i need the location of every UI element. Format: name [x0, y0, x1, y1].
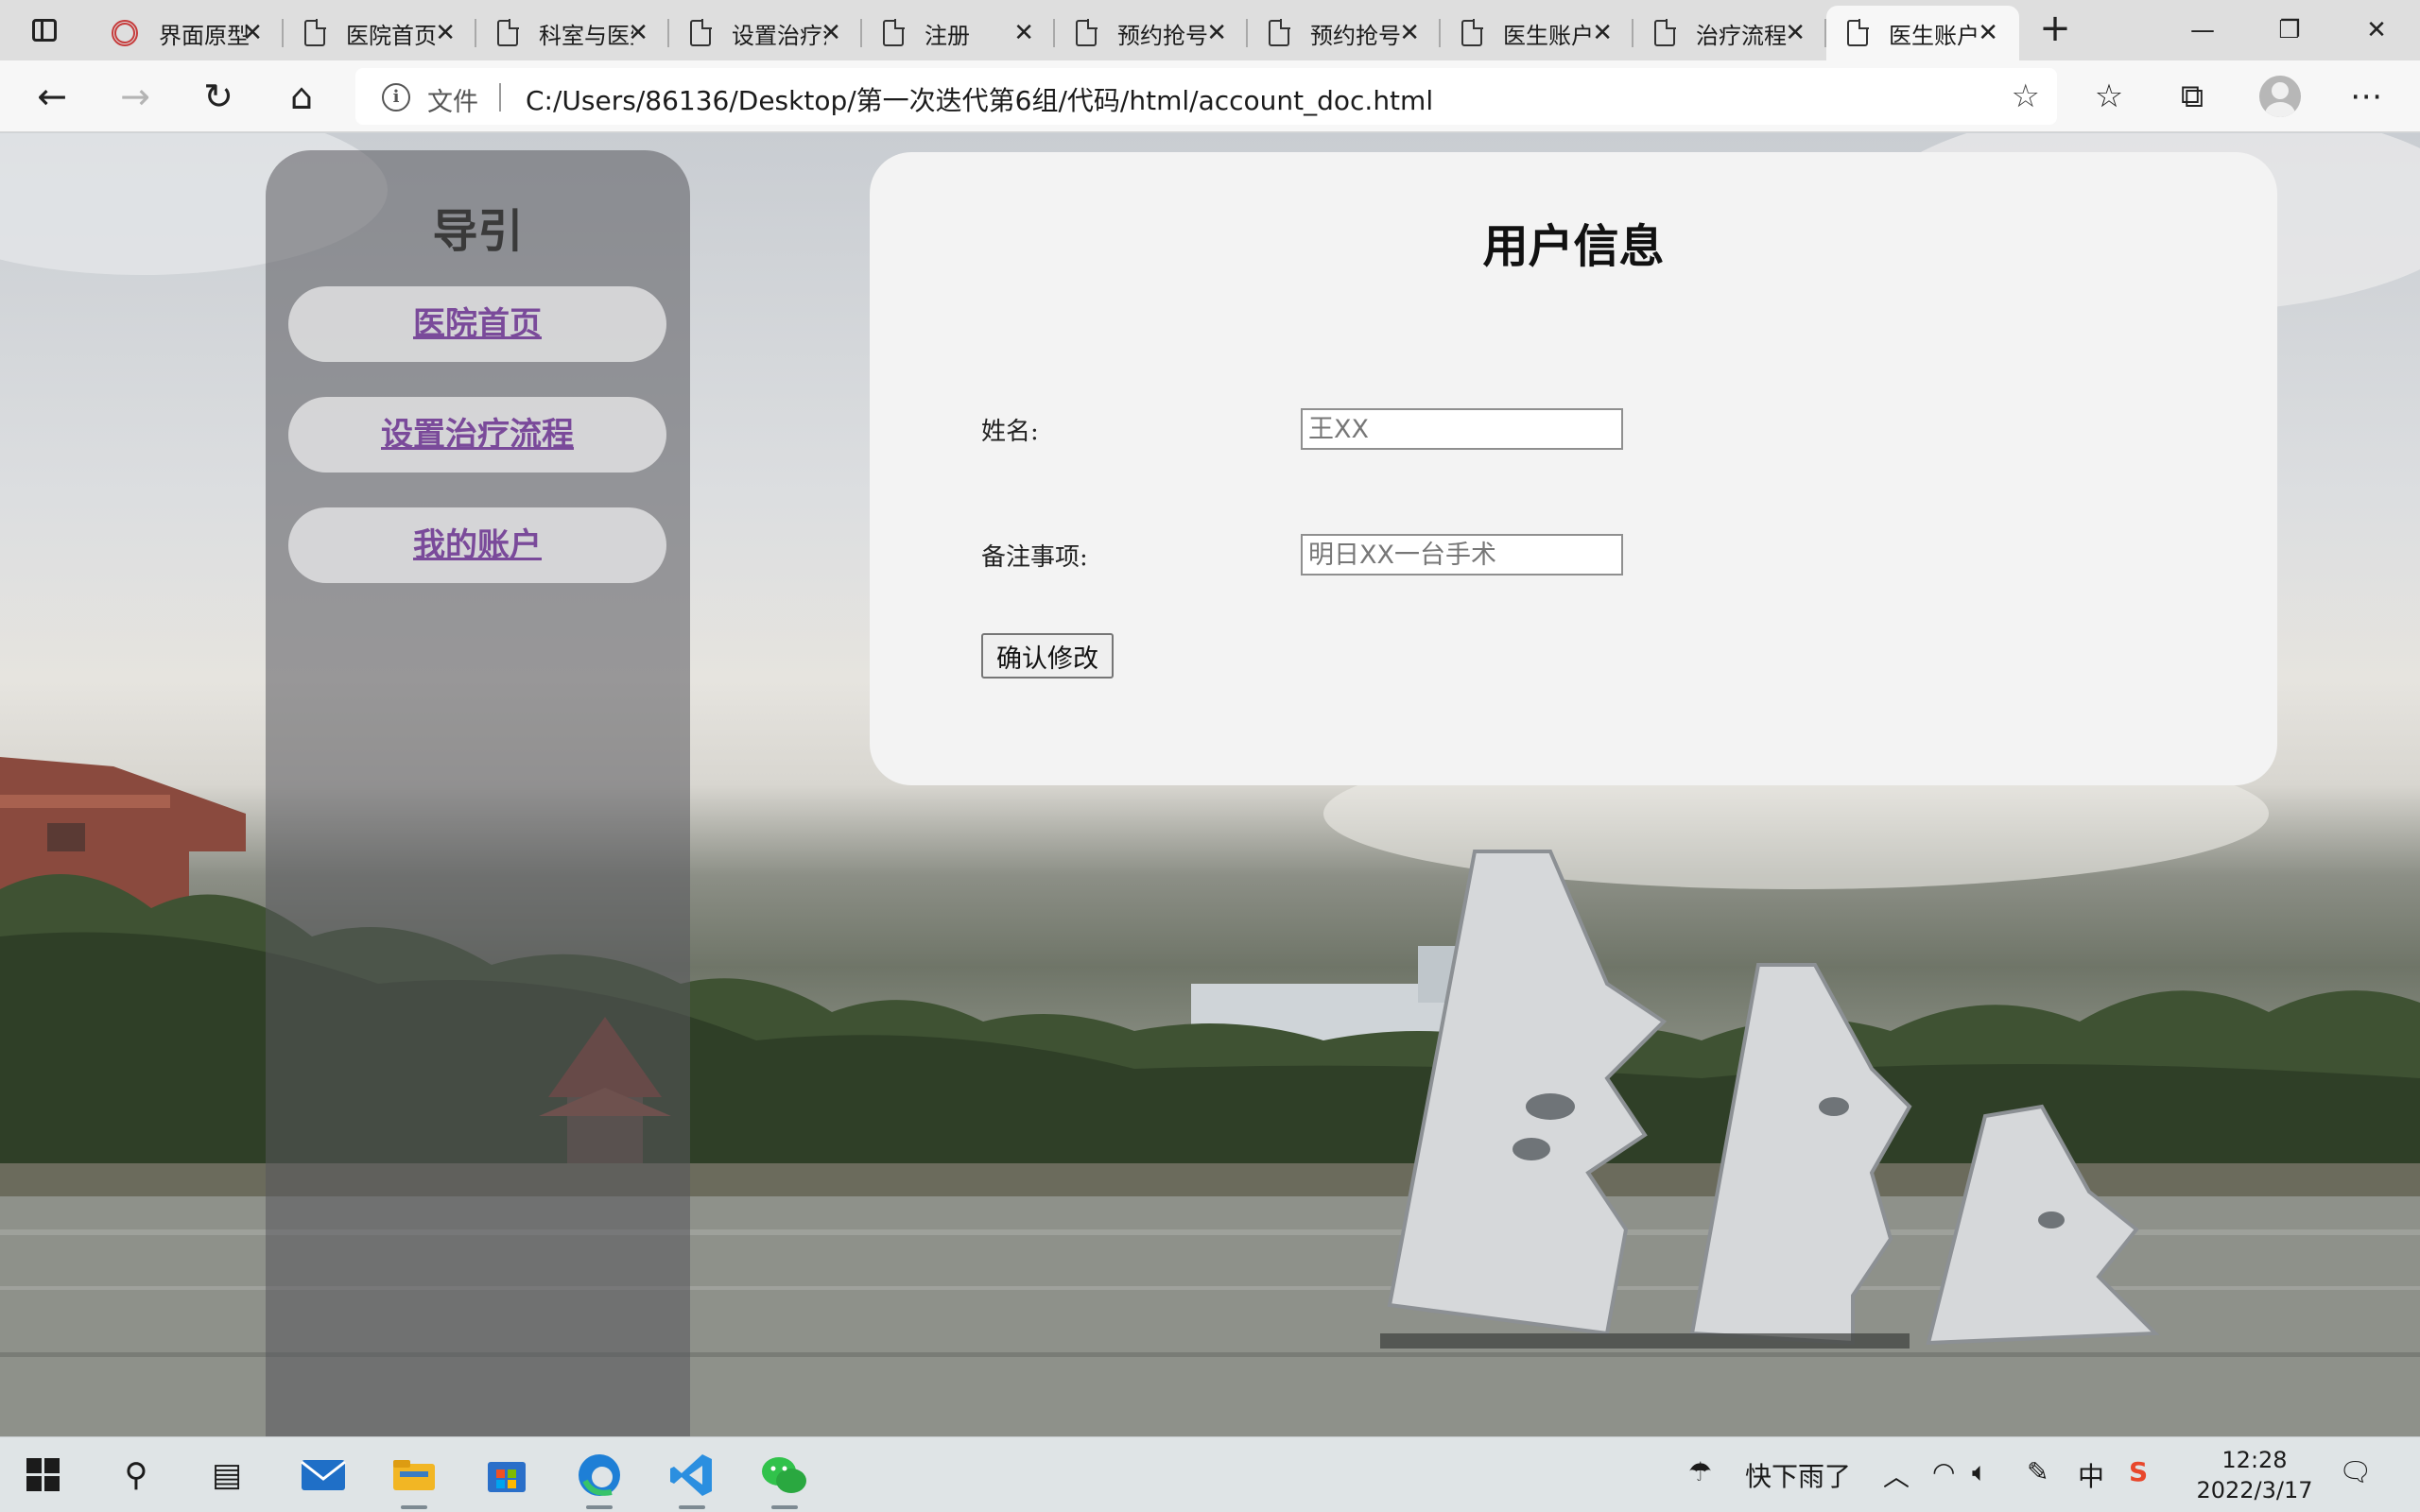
page-icon — [1076, 19, 1098, 46]
add-favorite-icon[interactable]: ☆ — [2012, 77, 2040, 115]
page-icon — [1269, 19, 1290, 46]
page-icon — [1847, 19, 1869, 46]
notification-icon[interactable]: 🗨︎ — [2339, 1456, 2373, 1487]
tab-label: 界面原型 — [159, 22, 250, 49]
pen-icon[interactable]: ✎ — [2027, 1456, 2048, 1487]
tab-6[interactable]: 预约抢号 ✕ — [1248, 6, 1441, 60]
collections-icon[interactable]: ⧉ — [2169, 74, 2216, 119]
page-icon — [883, 19, 905, 46]
restore-icon[interactable]: ❐ — [2261, 9, 2318, 51]
college-logo-icon — [112, 20, 138, 46]
clock-date: 2022/3/17 — [2196, 1477, 2313, 1503]
confirm-modify-button[interactable]: 确认修改 — [981, 633, 1114, 679]
page-icon — [1461, 19, 1483, 46]
favorites-icon[interactable]: ☆ — [2085, 74, 2133, 119]
tab-8[interactable]: 治疗流程 ✕ — [1634, 6, 1826, 60]
url-text[interactable]: C:/Users/86136/Desktop/第一次迭代第6组/代码/html/… — [526, 80, 1433, 118]
more-icon[interactable]: ⋯ — [2342, 74, 2390, 119]
ime-indicator[interactable]: 中 — [2078, 1456, 2104, 1494]
tab-list: 界面原型 ✕ 医院首页 ✕ 科室与医生 ✕ 设置治疗流程 ✕ 注册 ✕ 预约抢号… — [91, 6, 2019, 60]
tab-label: 治疗流程 — [1696, 22, 1787, 49]
tab-label: 预约抢号 — [1310, 22, 1401, 49]
sidebar-link-my-account[interactable]: 我的账户 — [288, 507, 666, 583]
tab-actions-menu-icon[interactable] — [21, 11, 66, 49]
page-icon — [690, 19, 712, 46]
tab-9-active[interactable]: 医生账户 ✕ — [1826, 6, 2019, 60]
page-icon — [304, 19, 326, 46]
tab-label: 医生账户 — [1889, 22, 1979, 49]
tab-label: 设置治疗流程 — [732, 22, 826, 49]
tab-7[interactable]: 医生账户 ✕ — [1441, 6, 1634, 60]
tab-strip: 界面原型 ✕ 医院首页 ✕ 科室与医生 ✕ 设置治疗流程 ✕ 注册 ✕ 预约抢号… — [0, 0, 2420, 60]
browser-toolbar: ← → ↻ ⌂ i 文件 C:/Users/86136/Desktop/第一次迭… — [0, 60, 2420, 132]
home-icon[interactable]: ⌂ — [278, 74, 325, 119]
close-icon[interactable]: ✕ — [1399, 19, 1420, 47]
wechat-icon[interactable] — [758, 1449, 811, 1509]
file-explorer-icon[interactable] — [388, 1449, 441, 1509]
tab-2[interactable]: 科室与医生 ✕ — [476, 6, 669, 60]
new-tab-icon[interactable]: + — [2034, 9, 2076, 51]
info-icon[interactable]: i — [382, 83, 410, 112]
tab-1[interactable]: 医院首页 ✕ — [284, 6, 476, 60]
sogou-input-icon[interactable]: S — [2129, 1456, 2148, 1487]
close-icon[interactable]: ✕ — [242, 19, 263, 47]
close-icon[interactable]: ✕ — [435, 19, 456, 47]
tab-3[interactable]: 设置治疗流程 ✕ — [669, 6, 862, 60]
user-info-card: 用户信息 姓名: 备注事项: 确认修改 — [870, 152, 2277, 785]
sidebar-link-hospital-home[interactable]: 医院首页 — [288, 286, 666, 362]
chevron-up-icon[interactable]: ︿ — [1883, 1456, 1910, 1494]
volume-icon[interactable]: 🔈︎ — [1972, 1456, 1988, 1488]
refresh-icon[interactable]: ↻ — [195, 74, 242, 119]
task-view-icon[interactable]: ▤ — [200, 1449, 253, 1502]
back-icon[interactable]: ← — [28, 74, 76, 119]
close-icon[interactable]: ✕ — [821, 19, 841, 47]
sidebar-link-set-treatment-process[interactable]: 设置治疗流程 — [288, 397, 666, 472]
close-icon[interactable]: ✕ — [1206, 19, 1227, 47]
tab-label: 医生账户 — [1503, 22, 1594, 49]
address-bar[interactable]: i 文件 C:/Users/86136/Desktop/第一次迭代第6组/代码/… — [355, 68, 2057, 125]
notes-input[interactable] — [1301, 534, 1623, 576]
page-icon — [1654, 19, 1676, 46]
close-icon[interactable]: ✕ — [1785, 19, 1806, 47]
edge-browser-icon[interactable] — [573, 1449, 626, 1509]
search-icon[interactable]: ⚲ — [110, 1449, 163, 1502]
name-input[interactable] — [1301, 408, 1623, 450]
close-icon[interactable]: ✕ — [1978, 19, 1998, 47]
tab-4[interactable]: 注册 ✕ — [862, 6, 1055, 60]
umbrella-weather-icon[interactable]: ☂ — [1688, 1456, 1712, 1487]
mail-icon[interactable] — [297, 1449, 350, 1502]
name-label: 姓名: — [981, 418, 1039, 446]
vscode-icon[interactable] — [666, 1449, 718, 1509]
tab-label: 注册 — [925, 22, 970, 49]
tab-5[interactable]: 预约抢号 ✕ — [1055, 6, 1248, 60]
forward-icon[interactable]: → — [112, 74, 159, 119]
close-icon[interactable]: ✕ — [628, 19, 648, 47]
tab-label: 预约抢号 — [1117, 22, 1208, 49]
divider — [499, 83, 501, 112]
weather-text[interactable]: 快下雨了 — [1745, 1456, 1851, 1494]
profile-avatar[interactable] — [2259, 76, 2301, 117]
tab-label: 医院首页 — [346, 22, 437, 49]
tab-label: 科室与医生 — [539, 22, 633, 49]
scheme-label: 文件 — [427, 88, 478, 117]
taskbar: ⚲ ▤ ☂ 快下雨了 ︿ ◠ 🔈︎ ✎ 中 S 12:28 2022/3/17 … — [0, 1436, 2420, 1512]
sidebar: 导引 医院首页 设置治疗流程 我的账户 — [266, 150, 690, 1436]
notes-label: 备注事项: — [981, 543, 1088, 572]
tab-0[interactable]: 界面原型 ✕ — [91, 6, 284, 60]
store-icon[interactable] — [480, 1449, 533, 1502]
network-icon[interactable]: ◠ — [1932, 1456, 1955, 1487]
close-window-icon[interactable]: ✕ — [2348, 9, 2405, 51]
clock[interactable]: 12:28 2022/3/17 — [2174, 1445, 2335, 1505]
page-icon — [497, 19, 519, 46]
close-icon[interactable]: ✕ — [1592, 19, 1613, 47]
close-icon[interactable]: ✕ — [1013, 19, 1034, 47]
sidebar-title: 导引 — [432, 205, 524, 258]
page-viewport: 导引 医院首页 设置治疗流程 我的账户 用户信息 姓名: 备注事项: 确认修改 — [0, 133, 2420, 1436]
minimize-icon[interactable]: — — [2174, 9, 2231, 51]
clock-time: 12:28 — [2221, 1447, 2288, 1473]
windows-start-icon[interactable] — [26, 1458, 60, 1492]
page-title: 用户信息 — [1482, 220, 1665, 273]
